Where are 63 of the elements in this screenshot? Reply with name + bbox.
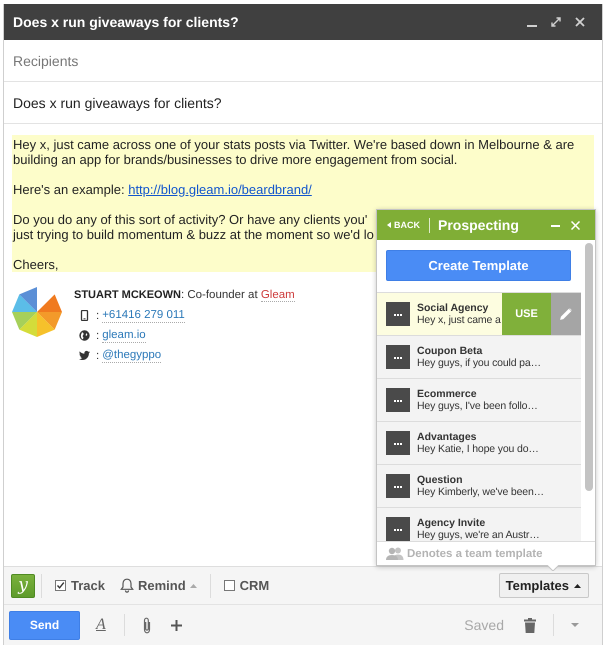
- message-paragraph: Do you do any of this sort of activity? Or have any clients you' just trying to build momentum & buzz at the moment so we'd lo: [13, 212, 374, 242]
- globe-icon: [79, 330, 90, 341]
- pinwheel-logo-icon: [12, 286, 62, 336]
- message-paragraph: Hey x, just came across one of your stats posts via Twitter. We're based down in Melbourne & are building an app for brands/businesses to drive more engagement from social.: [13, 136, 574, 166]
- caret-icon: [387, 222, 391, 228]
- dots-tile-icon: [386, 474, 410, 498]
- bird-icon: [79, 350, 90, 361]
- message-paragraph: Here's an example: http://blog.gleam.io/beardbrand/: [13, 182, 312, 196]
- company-link[interactable]: Gleam: [260, 288, 295, 302]
- separator-text: :: [96, 330, 100, 342]
- crm-label[interactable]: CRM: [240, 578, 270, 593]
- template-preview: Hey x, just came a: [417, 314, 501, 326]
- caret-icon: [190, 584, 197, 588]
- template-item[interactable]: Coupon Beta Hey guys, if you could pa…: [377, 336, 581, 379]
- people-icon: [386, 547, 404, 560]
- crm-checkbox[interactable]: [224, 580, 235, 591]
- paperclip-icon[interactable]: [142, 616, 152, 634]
- template-name: Ecommerce: [417, 388, 478, 400]
- template-name: Agency Invite: [417, 517, 486, 529]
- window-title: Does x run giveaways for clients?: [13, 14, 240, 30]
- scrollbar-thumb[interactable]: [585, 243, 593, 491]
- contact-link[interactable]: gleam.io: [102, 328, 146, 343]
- track-label[interactable]: Track: [71, 578, 105, 593]
- contact-link[interactable]: +61416 279 011: [102, 308, 185, 323]
- message-paragraph: Cheers,: [13, 256, 59, 272]
- template-preview: Hey Katie, I hope you do…: [417, 443, 539, 455]
- template-name: Coupon Beta: [417, 345, 484, 357]
- contact-link[interactable]: @thegyppo: [102, 348, 162, 363]
- template-item[interactable]: Advantages Hey Katie, I hope you do…: [377, 422, 581, 465]
- remind-button[interactable]: Remind: [120, 578, 197, 593]
- template-preview: Hey Kimberly, we've been…: [417, 486, 544, 498]
- dropdown-caret-icon[interactable]: [571, 623, 579, 627]
- template-preview: Hey guys, we're an Austr…: [417, 529, 540, 541]
- template-item[interactable]: Agency Invite Hey guys, we're an Austr…: [377, 508, 581, 541]
- save-status: Saved: [464, 617, 504, 633]
- template-name: Advantages: [417, 431, 478, 443]
- dots-tile-icon: [386, 302, 410, 326]
- trash-icon[interactable]: [524, 618, 536, 632]
- plus-icon[interactable]: [170, 620, 182, 630]
- dots-tile-icon: [386, 388, 410, 412]
- template-name: Social Agency: [417, 302, 490, 314]
- template-item[interactable]: Ecommerce Hey guys, I've been follo…: [377, 379, 581, 422]
- phone-icon: [79, 310, 90, 321]
- signature-title: STUART MCKEOWN: Co-founder at Gleam: [74, 288, 295, 302]
- caret-icon: [574, 584, 581, 588]
- track-checkbox[interactable]: [55, 580, 66, 591]
- close-icon[interactable]: [575, 17, 585, 27]
- template-preview: Hey guys, I've been follo…: [417, 400, 538, 412]
- dots-tile-icon: [386, 345, 410, 369]
- expand-icon[interactable]: [551, 17, 561, 27]
- formatting-button[interactable]: A: [96, 616, 106, 634]
- footer-note: Denotes a team template: [407, 548, 542, 560]
- dots-tile-icon: [386, 431, 410, 455]
- template-item[interactable]: Question Hey Kimberly, we've been…: [377, 465, 581, 508]
- template-preview: Hey guys, if you could pa…: [417, 357, 541, 369]
- templates-button[interactable]: Templates: [498, 573, 589, 598]
- separator-text: :: [96, 310, 100, 322]
- example-link[interactable]: http://blog.gleam.io/beardbrand/: [128, 182, 312, 196]
- pencil-icon: [560, 308, 572, 320]
- bell-icon: [120, 578, 134, 593]
- panel-title: Prospecting: [438, 217, 520, 233]
- separator-text: :: [96, 350, 100, 362]
- template-name: Question: [417, 474, 464, 486]
